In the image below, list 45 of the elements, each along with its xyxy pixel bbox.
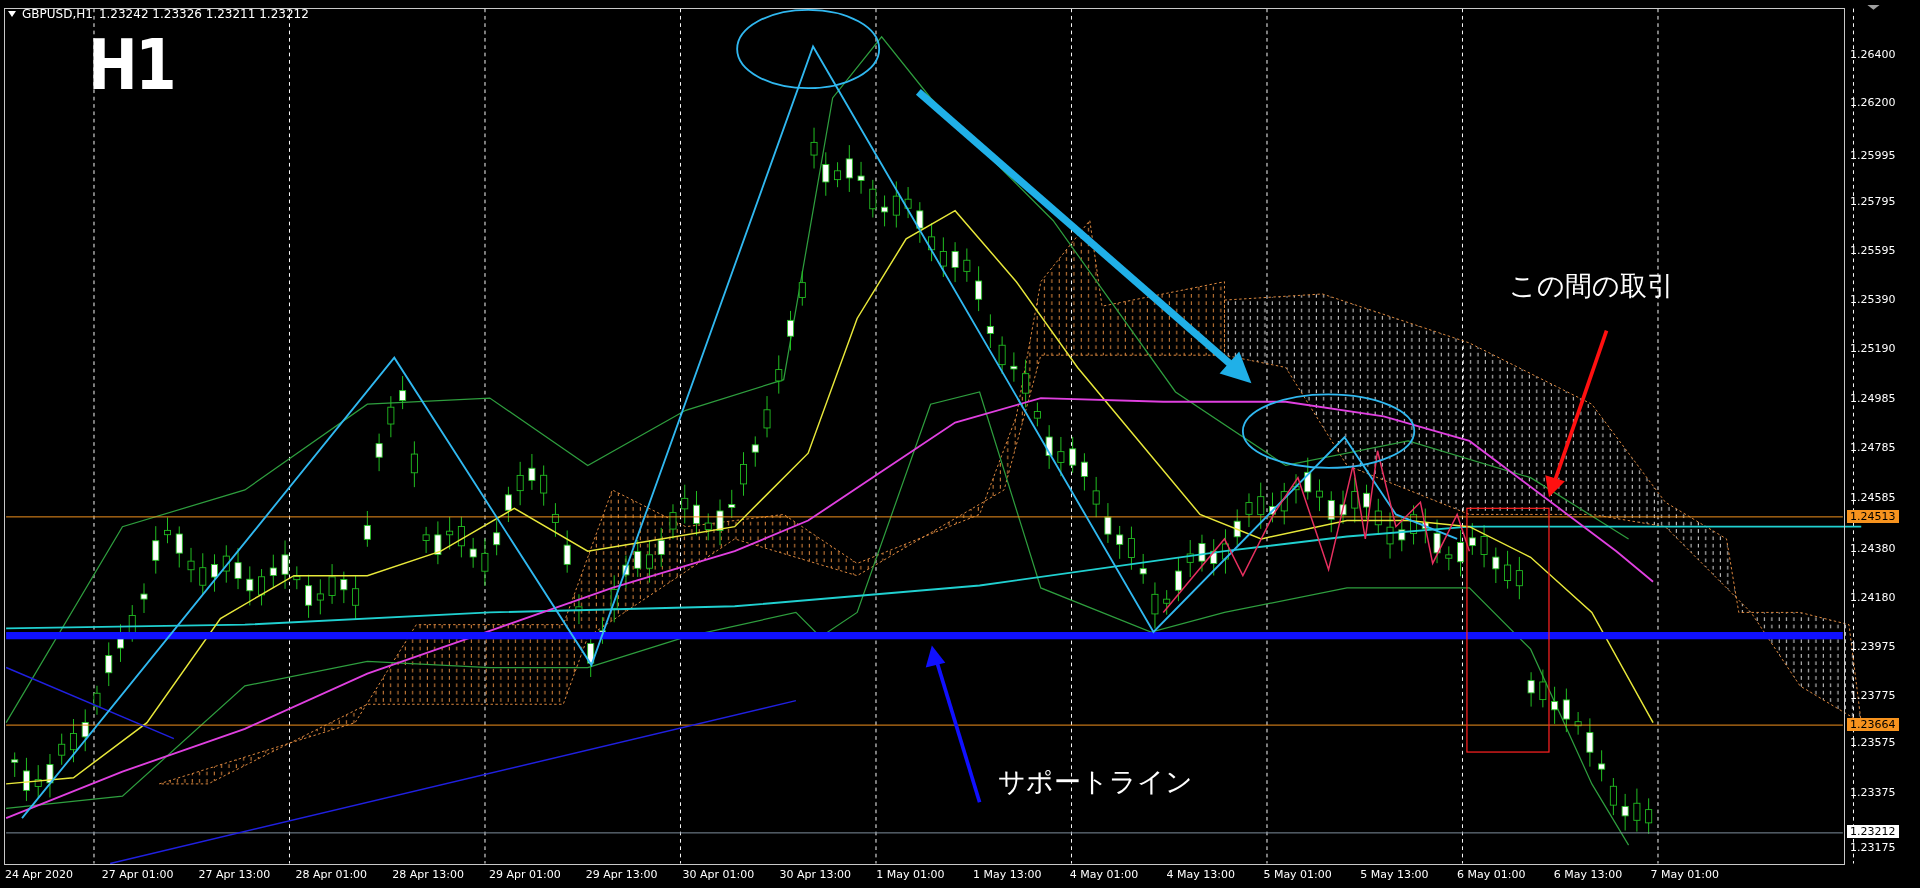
time-label: 30 Apr 13:00 (779, 868, 852, 881)
time-label: 27 Apr 13:00 (198, 868, 271, 881)
timeframe-label: H1 (88, 30, 175, 100)
price-marker: 1.23212 (1847, 825, 1899, 838)
time-label: 28 Apr 13:00 (392, 868, 464, 881)
price-label: 1.24585 (1850, 491, 1896, 504)
time-label: 1 May 13:00 (973, 868, 1042, 881)
annotation-text: サポートライン (998, 766, 1193, 799)
price-label: 1.26400 (1850, 48, 1896, 61)
time-label: 24 Apr 2020 (5, 868, 73, 881)
price-label: 1.23775 (1850, 689, 1896, 702)
time-label: 29 Apr 13:00 (585, 868, 658, 881)
price-label: 1.23975 (1850, 640, 1896, 653)
time-label: 27 Apr 01:00 (101, 868, 174, 881)
dropdown-icon[interactable] (8, 11, 16, 17)
price-label: 1.23375 (1850, 786, 1896, 799)
price-label: 1.24180 (1850, 591, 1896, 604)
price-label: 1.23575 (1850, 736, 1896, 749)
time-label: 5 May 01:00 (1263, 868, 1332, 881)
time-label: 30 Apr 01:00 (682, 868, 755, 881)
price-marker: 1.23664 (1847, 718, 1899, 731)
time-label: 6 May 13:00 (1553, 868, 1623, 881)
time-label: 7 May 01:00 (1650, 868, 1720, 881)
ohlc-values: 1.23242 1.23326 1.23211 1.23212 (98, 7, 309, 21)
price-label: 1.24380 (1850, 542, 1896, 555)
price-label: 1.24985 (1850, 392, 1896, 405)
chart-symbol-title: GBPUSD,H1 (22, 7, 93, 21)
price-label: 1.24785 (1850, 441, 1896, 454)
time-label: 28 Apr 01:00 (295, 868, 368, 881)
price-label: 1.23175 (1850, 841, 1896, 854)
annotation-text: この間の取引 (1509, 270, 1674, 303)
time-label: 4 May 13:00 (1166, 868, 1236, 881)
price-label: 1.25190 (1850, 342, 1896, 355)
dropdown-icon (1867, 4, 1880, 10)
price-marker: 1.24513 (1847, 510, 1899, 523)
time-label: 6 May 01:00 (1457, 868, 1526, 881)
price-label: 1.26200 (1850, 96, 1896, 109)
price-label: 1.25795 (1850, 195, 1896, 208)
price-label: 1.25595 (1850, 244, 1896, 257)
time-label: 4 May 01:00 (1069, 868, 1139, 881)
price-label: 1.25995 (1850, 149, 1896, 162)
time-label: 5 May 13:00 (1360, 868, 1429, 881)
time-label: 1 May 01:00 (876, 868, 945, 881)
time-label: 29 Apr 01:00 (489, 868, 561, 881)
price-label: 1.25390 (1850, 293, 1896, 306)
